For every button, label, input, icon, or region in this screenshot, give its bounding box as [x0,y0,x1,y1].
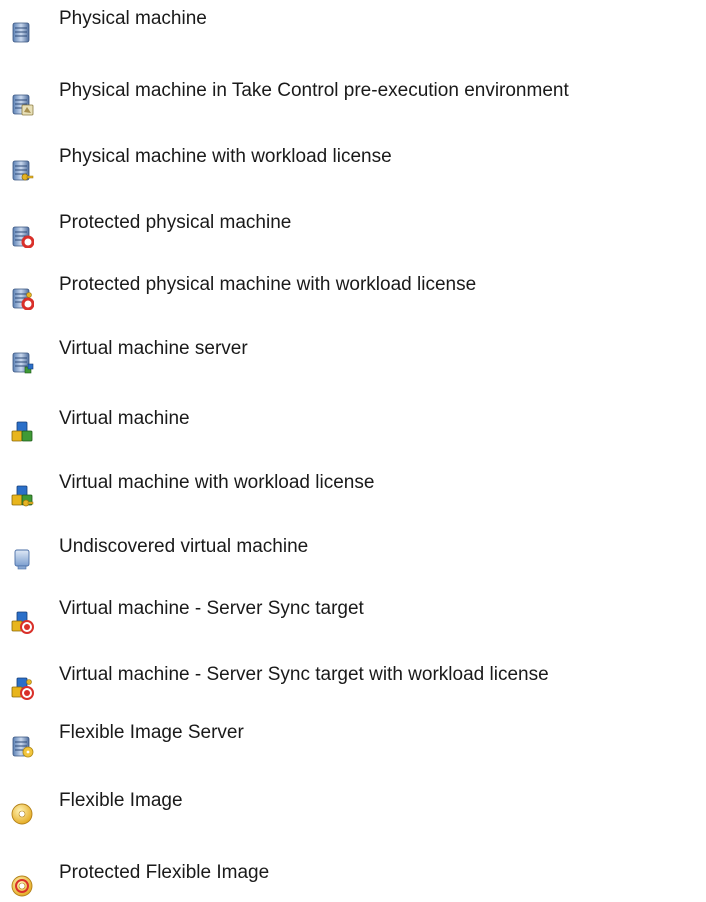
server-icon [12,226,34,248]
vm-cubes-icon [11,421,33,442]
legend-item: Physical machine with workload license [0,146,706,186]
legend-item-label: Virtual machine server [59,338,248,359]
legend-item: Virtual machine - Server Sync target [0,598,706,638]
legend-item: Virtual machine [0,408,706,448]
legend-item: Virtual machine with workload license [0,472,706,512]
legend-item: Virtual machine server [0,338,706,378]
server-icon [12,288,34,310]
legend-item-label: Virtual machine [59,408,190,429]
server-icon [12,94,34,116]
lifebuoy-icon [21,235,34,248]
vm-cubes-icon [11,677,34,700]
legend-item-label: Virtual machine - Server Sync target wit… [59,664,549,685]
legend-item-label: Protected physical machine [59,212,292,233]
legend-item-label: Physical machine with workload license [59,146,392,167]
legend-item-label: Flexible Image Server [59,722,244,743]
legend-item-label: Protected physical machine with workload… [59,274,477,295]
take-control-icon [21,104,34,116]
legend-item: Protected physical machine [0,212,706,252]
monitor-icon [14,549,30,570]
legend-item-label: Undiscovered virtual machine [59,536,309,557]
disc-icon [11,875,33,897]
legend-item: Flexible Image [0,790,706,830]
legend-item: Flexible Image Server [0,722,706,762]
disc-icon [22,746,34,758]
sync-target-icon [20,620,34,634]
legend-item: Protected physical machine with workload… [0,274,706,314]
legend-item-label: Protected Flexible Image [59,862,270,883]
server-icon [12,736,34,758]
legend-item: Physical machine in Take Control pre-exe… [0,80,706,120]
legend-item-label: Flexible Image [59,790,183,811]
legend-item-label: Physical machine [59,8,207,29]
legend-item: Virtual machine - Server Sync target wit… [0,664,706,704]
server-icon [12,352,34,374]
legend-item: Protected Flexible Image [0,862,706,902]
disc-icon [11,803,33,825]
legend-item: Physical machine [0,8,706,48]
vm-cubes-icon [11,611,34,634]
key-icon [21,173,34,181]
server-icon [12,22,30,43]
legend-item-label: Virtual machine with workload license [59,472,375,493]
legend-item: Undiscovered virtual machine [0,536,706,576]
server-icon [12,160,34,181]
legend-item-label: Virtual machine - Server Sync target [59,598,364,619]
vm-cubes-icon [11,485,34,507]
legend-item-label: Physical machine in Take Control pre-exe… [59,80,569,101]
